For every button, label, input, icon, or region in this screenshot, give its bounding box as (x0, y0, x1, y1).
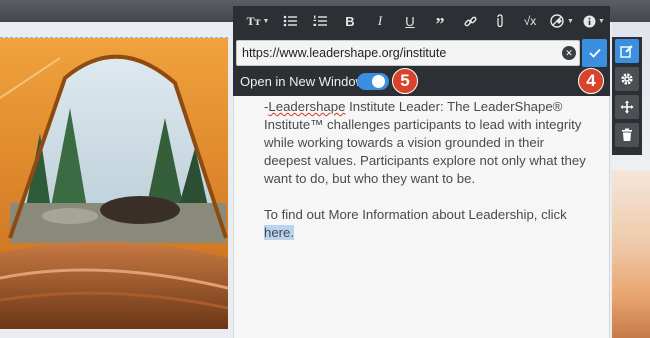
selected-link-text[interactable]: here. (264, 225, 295, 240)
text-style-button[interactable]: Tт ▼ (241, 6, 275, 36)
paragraph-1: -Leadershape Institute Leader: The Leade… (264, 98, 594, 188)
confirm-link-button[interactable] (582, 39, 607, 67)
settings-block-button[interactable] (615, 67, 639, 91)
move-block-button[interactable] (615, 95, 639, 119)
check-icon (588, 48, 601, 58)
square-root-icon: √x (523, 14, 537, 28)
bulleted-list-icon (283, 15, 297, 27)
gear-icon (621, 73, 633, 85)
delete-block-button[interactable] (615, 123, 639, 147)
quote-icon: ” (435, 13, 445, 34)
formula-button[interactable]: √x (515, 6, 545, 36)
clear-format-button[interactable]: ▼ (545, 6, 579, 36)
editor-content[interactable]: -Leadershape Institute Leader: The Leade… (264, 98, 594, 242)
bold-button[interactable]: B (335, 6, 365, 36)
edit-block-button[interactable] (615, 39, 639, 63)
paragraph-2-text: To find out More Information about Leade… (264, 207, 567, 222)
underline-icon: U (405, 13, 415, 29)
italic-button[interactable]: I (365, 6, 395, 36)
link-icon (463, 16, 477, 26)
move-arrows-icon (620, 100, 634, 114)
sunset-photo (612, 170, 650, 338)
open-new-window-label: Open in New Window (240, 74, 365, 89)
edit-icon (620, 45, 633, 58)
info-button[interactable]: ▼ (579, 6, 609, 36)
clear-url-icon[interactable]: ✕ (562, 46, 576, 60)
text-size-icon: Tт (246, 13, 261, 28)
bulleted-list-button[interactable] (275, 6, 305, 36)
chevron-down-icon: ▼ (262, 17, 270, 25)
toggle-knob (372, 75, 385, 88)
tent-photo (0, 37, 228, 329)
formatting-toolbar: Tт ▼ B I U ” √x ▼ ▼ (233, 6, 610, 36)
url-input[interactable] (236, 40, 580, 66)
numbered-list-button[interactable] (305, 6, 335, 36)
quote-button[interactable]: ” (425, 6, 455, 36)
chevron-down-icon: ▼ (567, 17, 574, 25)
attachment-button[interactable] (485, 6, 515, 36)
paperclip-icon (497, 14, 503, 28)
underline-button[interactable]: U (395, 6, 425, 36)
block-tools-column (612, 37, 642, 155)
step-5-badge: 5 (392, 68, 418, 94)
link-button[interactable] (455, 6, 485, 36)
paragraph-2: To find out More Information about Leade… (264, 206, 594, 242)
numbered-list-icon (313, 15, 327, 26)
misspelled-word: Leadershape (268, 99, 346, 114)
eraser-icon (550, 14, 564, 28)
italic-icon: I (377, 13, 383, 28)
step-4-badge: 4 (578, 68, 604, 94)
chevron-down-icon: ▼ (598, 17, 605, 25)
bold-icon: B (345, 13, 355, 29)
trash-icon (622, 128, 632, 141)
info-icon (583, 15, 596, 27)
